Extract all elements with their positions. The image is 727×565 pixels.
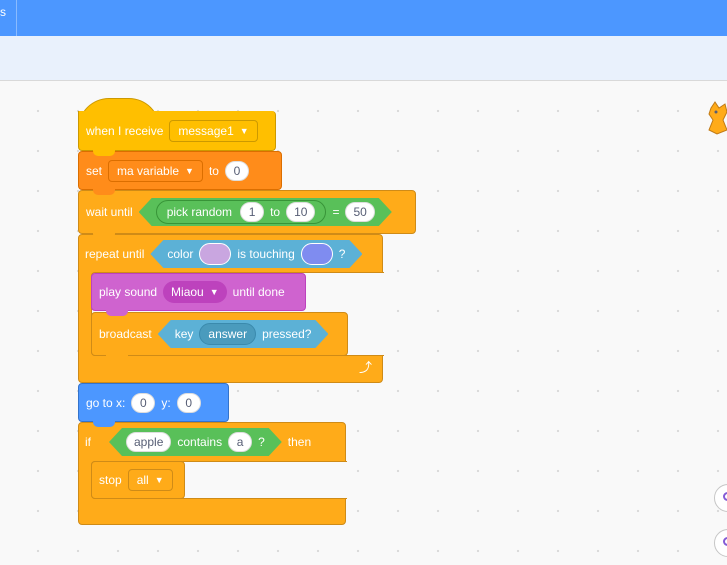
chevron-down-icon: ▼ <box>209 287 219 297</box>
menu-divider <box>16 0 17 36</box>
menu-bar: s <box>0 0 727 36</box>
cat-sprite-icon <box>708 101 727 135</box>
if-then-header[interactable]: if apple contains a ? then <box>78 424 318 460</box>
equals-label: = <box>332 205 340 219</box>
chevron-down-icon: ▼ <box>154 475 164 485</box>
value-input[interactable]: 0 <box>224 160 249 181</box>
equals-operator[interactable]: pick random 1 to 10 = 50 <box>139 198 392 226</box>
message-dropdown[interactable]: message1 ▼ <box>169 119 258 142</box>
stop-block[interactable]: stop all ▼ <box>91 461 185 499</box>
block-label: when I receive <box>86 123 164 138</box>
pick-random-reporter[interactable]: pick random 1 to 10 <box>156 200 327 224</box>
color-touching-sensor[interactable]: color is touching ? <box>150 240 362 268</box>
broadcast-block[interactable]: broadcast key answer pressed? <box>91 312 348 361</box>
sound-dropdown[interactable]: Miaou ▼ <box>163 281 227 303</box>
tab-bar <box>0 36 727 81</box>
needle-input[interactable]: a <box>228 432 252 452</box>
random-to-input[interactable]: 10 <box>286 202 315 222</box>
chevron-down-icon: ▼ <box>185 165 194 176</box>
play-sound-until-done-block[interactable]: play sound Miaou ▼ until done <box>91 273 306 316</box>
block-label: set <box>86 163 103 178</box>
block-label: stop <box>99 473 122 487</box>
block-label: broadcast <box>99 327 152 341</box>
until-done-label: until done <box>232 285 285 299</box>
go-to-xy-block[interactable]: go to x: 0 y: 0 <box>78 383 229 427</box>
key-dropdown[interactable]: answer <box>199 323 256 345</box>
block-label: if <box>85 435 91 449</box>
block-label: repeat until <box>85 247 145 261</box>
chevron-down-icon: ▼ <box>239 125 249 136</box>
random-from-input[interactable]: 1 <box>240 202 264 222</box>
key-pressed-sensor[interactable]: key answer pressed? <box>158 320 329 348</box>
variable-dropdown[interactable]: ma variable ▼ <box>108 159 203 182</box>
menu-item-fragment[interactable]: s <box>0 5 6 19</box>
set-variable-block[interactable]: set ma variable ▼ to 0 <box>78 151 282 195</box>
when-i-receive-block[interactable]: when I receive message1 ▼ <box>78 111 276 156</box>
block-label: wait until <box>86 205 133 219</box>
color-swatch-2[interactable] <box>301 243 333 265</box>
text-input[interactable]: apple <box>126 432 171 452</box>
then-label: then <box>287 435 312 449</box>
stop-option-dropdown[interactable]: all ▼ <box>127 469 173 491</box>
zoom-out-icon <box>723 537 727 546</box>
color-swatch-1[interactable] <box>199 243 231 265</box>
contains-operator[interactable]: apple contains a ? <box>109 428 282 456</box>
compare-input[interactable]: 50 <box>345 202 374 222</box>
x-input[interactable]: 0 <box>131 392 156 413</box>
loop-arrow-icon: ⤴ <box>358 360 372 375</box>
zoom-in-icon <box>723 492 727 501</box>
to-label: to <box>208 163 219 178</box>
block-label: go to x: <box>86 395 126 410</box>
y-label: y: <box>161 395 171 410</box>
block-label: play sound <box>99 285 158 299</box>
wait-until-block[interactable]: wait until pick random 1 to 10 = 50 <box>78 190 416 239</box>
to-label: to <box>270 205 281 219</box>
repeat-until-header[interactable]: repeat until color is touching ? <box>78 236 369 272</box>
y-input[interactable]: 0 <box>176 392 201 413</box>
